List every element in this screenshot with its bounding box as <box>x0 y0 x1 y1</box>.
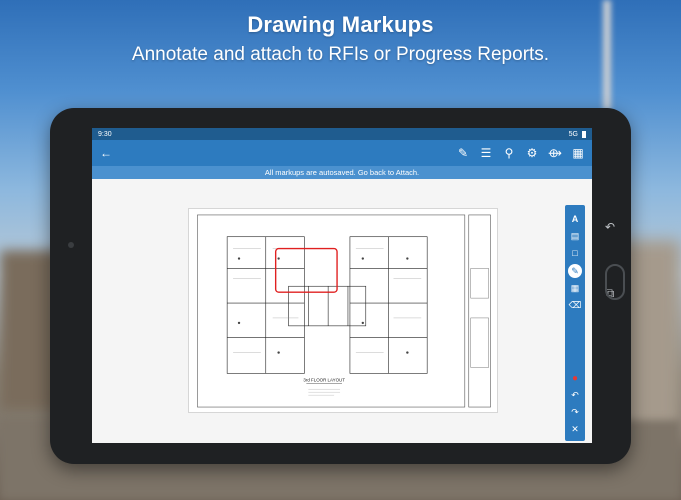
drawing-caption: 3rd FLOOR LAYOUT <box>303 377 345 382</box>
markup-rectangle <box>274 247 338 293</box>
autosave-notice[interactable]: All markups are autosaved. Go back to At… <box>92 166 592 179</box>
drawing-canvas[interactable]: 3rd FLOOR LAYOUT A ▤ □ ✎ ▦ ⌫ ● ↶ ↷ ✕ <box>92 179 592 443</box>
network-indicator: 5G <box>568 130 578 138</box>
tablet-device: ↶ ⧉ 9:30 5G ← ✎ ☰ ⚲ ⚙ ⟴ ▦ All markups ar… <box>50 108 631 464</box>
gear-icon[interactable]: ⚙ <box>524 140 540 166</box>
text-icon[interactable]: A <box>567 211 583 228</box>
grid-icon[interactable]: ▦ <box>570 140 586 166</box>
arrow-left-icon[interactable]: ← <box>98 140 114 166</box>
app-bar-actions: ✎ ☰ ⚲ ⚙ ⟴ ▦ <box>455 140 586 166</box>
headline: Drawing Markups Annotate and attach to R… <box>0 12 681 66</box>
redo-icon[interactable]: ↷ <box>567 404 583 421</box>
markup-toolbar: A ▤ □ ✎ ▦ ⌫ ● ↶ ↷ ✕ <box>565 205 585 441</box>
eraser-icon[interactable]: ⌫ <box>567 297 583 314</box>
list-icon[interactable]: ☰ <box>478 140 494 166</box>
share-icon[interactable]: ⟴ <box>547 140 563 166</box>
search-icon[interactable]: ⚲ <box>501 140 517 166</box>
pencil-icon[interactable]: ✎ <box>455 140 471 166</box>
pen-icon[interactable]: ✎ <box>568 264 582 278</box>
app-screen: 9:30 5G ← ✎ ☰ ⚲ ⚙ ⟴ ▦ All markups are au… <box>92 128 592 443</box>
rectangle-icon[interactable]: □ <box>567 245 583 262</box>
drawing-sheet[interactable]: 3rd FLOOR LAYOUT <box>188 208 498 413</box>
front-camera <box>68 242 74 248</box>
battery-icon <box>582 130 586 138</box>
back-hw-icon[interactable]: ↶ <box>603 220 617 234</box>
image-icon[interactable]: ▦ <box>567 280 583 297</box>
home-button[interactable] <box>605 264 625 300</box>
note-icon[interactable]: ▤ <box>567 228 583 245</box>
status-bar: 9:30 5G <box>92 128 592 140</box>
close-icon[interactable]: ✕ <box>567 421 583 438</box>
record-icon[interactable]: ● <box>567 370 583 387</box>
floor-plan-drawing: 3rd FLOOR LAYOUT <box>197 214 491 408</box>
app-bar: ← ✎ ☰ ⚲ ⚙ ⟴ ▦ <box>92 140 592 166</box>
headline-title: Drawing Markups <box>247 12 434 37</box>
status-time: 9:30 <box>98 130 112 138</box>
undo-icon[interactable]: ↶ <box>567 387 583 404</box>
headline-subtitle: Annotate and attach to RFIs or Progress … <box>131 44 550 65</box>
